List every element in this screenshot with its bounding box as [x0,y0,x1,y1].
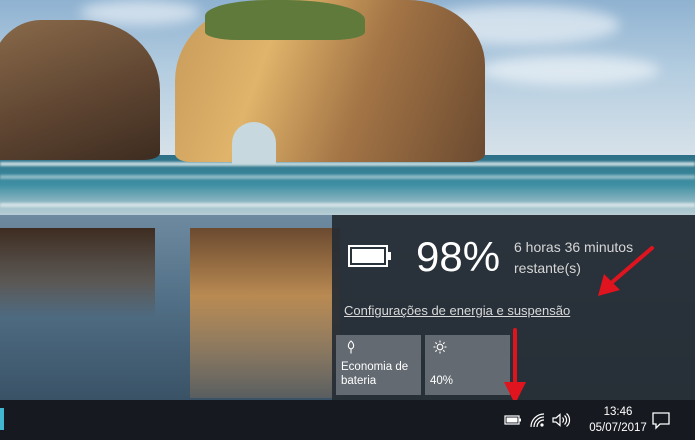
wifi-icon[interactable] [528,411,548,429]
taskbar-app-indicator[interactable] [0,408,4,430]
brightness-tile[interactable]: 40% [425,335,510,395]
battery-time-remaining: 6 horas 36 minutos restante(s) [514,237,684,279]
volume-icon[interactable] [551,411,571,429]
battery-percentage: 98% [416,233,500,281]
wallpaper-foam [0,203,695,207]
brightness-icon [433,340,447,354]
battery-saver-label: Economia de bateria [341,360,417,388]
battery-large-icon [348,245,392,267]
wallpaper-cloud [480,55,660,85]
battery-saver-icon [344,340,358,354]
taskbar-clock[interactable]: 13:46 05/07/2017 [586,404,650,436]
time-remaining-line2: restante(s) [514,258,684,279]
wallpaper-foam [0,175,695,179]
brightness-label: 40% [430,374,506,388]
battery-icon[interactable] [503,411,523,429]
wallpaper-reflection [190,228,340,398]
power-sleep-settings-link[interactable]: Configurações de energia e suspensão [344,303,570,318]
wallpaper-foam [0,162,695,166]
battery-saver-tile[interactable]: Economia de bateria [336,335,421,395]
wallpaper-vegetation [205,0,365,40]
battery-saver-label-line1: Economia de [341,360,417,374]
wallpaper-rock [0,20,160,160]
battery-saver-label-line2: bateria [341,374,417,388]
clock-date: 05/07/2017 [586,420,650,436]
action-center-icon[interactable] [650,410,672,430]
wallpaper-reflection [0,228,155,318]
wallpaper-arch-opening [232,122,276,164]
time-remaining-line1: 6 horas 36 minutos [514,237,684,258]
clock-time: 13:46 [586,404,650,420]
battery-flyout: 98% 6 horas 36 minutos restante(s) Confi… [332,215,695,400]
